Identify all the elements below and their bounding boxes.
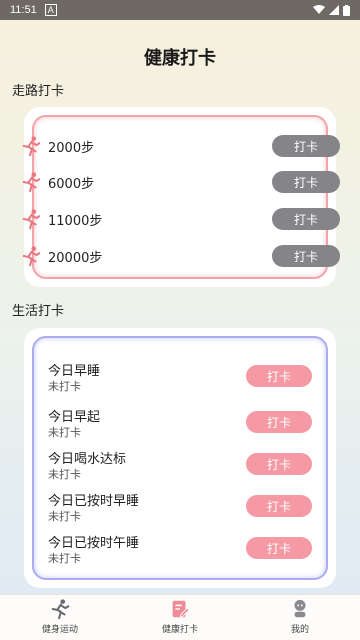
walk-section-title: 走路打卡: [12, 84, 65, 99]
walk-row-2000: 2000步 打卡: [20, 134, 340, 158]
life-checkin-button[interactable]: 打卡: [246, 365, 312, 387]
life-item-name: 今日已按时早睡: [48, 494, 140, 509]
life-row: 今日喝水达标 未打卡 打卡: [48, 448, 312, 484]
life-checkin-button[interactable]: 打卡: [246, 453, 312, 475]
battery-icon: [343, 4, 350, 16]
tab-profile[interactable]: 我的: [240, 595, 360, 640]
life-item-name: 今日早起: [48, 410, 101, 425]
runner-icon: [22, 172, 41, 193]
life-item-name: 今日喝水达标: [48, 452, 127, 467]
signal-icon: [329, 5, 339, 15]
life-row: 今日早起 未打卡 打卡: [48, 406, 312, 442]
status-time: 11:51: [10, 4, 37, 16]
runner-icon: [22, 136, 41, 157]
life-section-title: 生活打卡: [12, 304, 65, 319]
status-icons: [313, 4, 350, 16]
life-item-status: 未打卡: [48, 510, 81, 523]
life-item-status: 未打卡: [48, 426, 81, 439]
profile-icon: [294, 599, 306, 618]
wifi-icon: [313, 5, 325, 14]
checkin-icon: [172, 600, 190, 618]
life-row: 今日早睡 未打卡 打卡: [48, 360, 312, 396]
tab-health-checkin[interactable]: 健康打卡: [120, 595, 240, 640]
life-item-status: 未打卡: [48, 380, 81, 393]
status-bar: 11:51 A: [0, 0, 360, 20]
runner-icon: [22, 246, 41, 267]
life-row: 今日已按时早睡 未打卡 打卡: [48, 490, 312, 526]
walk-row-20000: 20000步 打卡: [20, 244, 340, 268]
tab-fitness[interactable]: 健身运动: [0, 595, 120, 640]
tab-label: 我的: [290, 625, 309, 635]
walk-checkin-button[interactable]: 打卡: [272, 135, 340, 157]
life-row: 今日已按时午睡 未打卡 打卡: [48, 532, 312, 568]
life-item-name: 今日已按时午睡: [48, 536, 140, 551]
walk-checkin-button[interactable]: 打卡: [272, 245, 340, 267]
runner-icon: [22, 209, 41, 230]
runner-icon: [51, 599, 70, 620]
life-item-status: 未打卡: [48, 468, 81, 481]
notification-icon: A: [44, 4, 57, 16]
life-checkin-button[interactable]: 打卡: [246, 537, 312, 559]
life-checkin-button[interactable]: 打卡: [246, 411, 312, 433]
bottom-tab-bar: 健身运动 健康打卡 我的: [0, 594, 360, 640]
walk-label: 11000步: [48, 213, 103, 229]
walk-checkin-button[interactable]: 打卡: [272, 208, 340, 230]
walk-label: 2000步: [48, 140, 95, 156]
walk-checkin-button[interactable]: 打卡: [272, 171, 340, 193]
life-item-status: 未打卡: [48, 552, 81, 565]
walk-row-11000: 11000步 打卡: [20, 207, 340, 231]
life-item-name: 今日早睡: [48, 364, 101, 379]
tab-label: 健身运动: [41, 625, 78, 635]
walk-label: 20000步: [48, 250, 103, 266]
walk-label: 6000步: [48, 176, 95, 192]
life-checkin-button[interactable]: 打卡: [246, 495, 312, 517]
walk-row-6000: 6000步 打卡: [20, 170, 340, 194]
page-title: 健康打卡: [144, 48, 216, 69]
tab-label: 健康打卡: [161, 625, 198, 635]
